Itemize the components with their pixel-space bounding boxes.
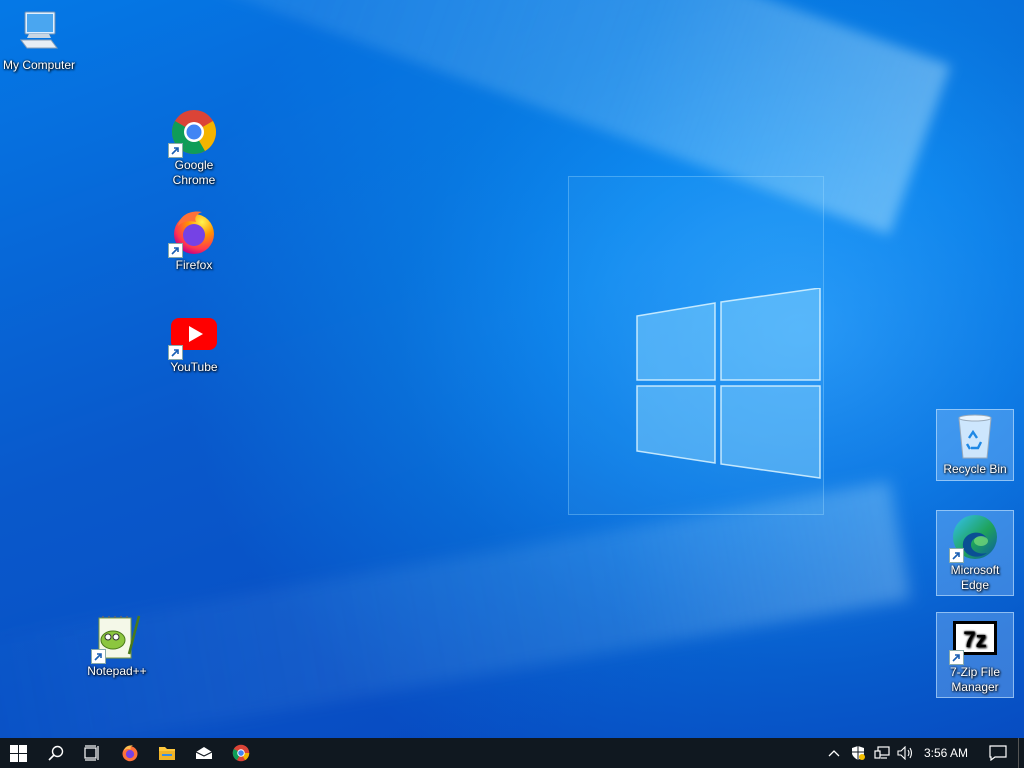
file-explorer-icon xyxy=(158,747,175,760)
icon-label: Google Chrome xyxy=(172,158,216,187)
action-center-icon xyxy=(989,745,1007,761)
taskbar-firefox[interactable] xyxy=(111,738,148,768)
task-view-icon xyxy=(83,745,99,761)
action-center-button[interactable] xyxy=(978,738,1018,768)
network-icon xyxy=(874,746,890,759)
icon-label: YouTube xyxy=(170,360,218,374)
computer-icon xyxy=(15,8,63,56)
shortcut-arrow-icon xyxy=(168,243,183,258)
mail-icon xyxy=(195,747,212,759)
icon-label: Microsoft Edge xyxy=(950,563,1000,592)
desktop-icon-notepadpp[interactable]: Notepad++ xyxy=(78,614,156,679)
desktop-icon-recycle-bin[interactable]: Recycle Bin xyxy=(936,409,1014,481)
icon-label: Firefox xyxy=(175,258,213,272)
task-view-button[interactable] xyxy=(74,738,111,768)
icon-label: My Computer xyxy=(2,58,76,72)
chrome-icon xyxy=(232,744,249,762)
taskbar-clock[interactable]: 3:56 AM xyxy=(918,746,978,760)
system-tray: 3:56 AM xyxy=(822,738,1024,768)
windows-logo-wallpaper xyxy=(636,288,821,479)
desktop-icon-my-computer[interactable]: My Computer xyxy=(0,8,78,73)
icon-label: Notepad++ xyxy=(87,664,147,678)
desktop[interactable]: My Computer Google Chrome Firefox YouTub… xyxy=(0,0,1024,738)
show-hidden-icons-button[interactable] xyxy=(822,738,846,768)
desktop-icon-microsoft-edge[interactable]: Microsoft Edge xyxy=(936,510,1014,596)
firefox-icon xyxy=(122,745,137,762)
chrome-icon xyxy=(168,108,218,158)
taskbar-mail[interactable] xyxy=(185,738,222,768)
recycle-bin-icon xyxy=(951,412,999,460)
show-desktop-button[interactable] xyxy=(1018,738,1024,768)
desktop-icon-youtube[interactable]: YouTube xyxy=(155,310,233,375)
firefox-icon xyxy=(168,208,218,258)
security-shield-icon xyxy=(851,746,865,760)
shortcut-arrow-icon xyxy=(949,650,964,665)
shortcut-arrow-icon xyxy=(168,345,183,360)
volume-icon xyxy=(897,746,913,760)
svg-text:7z: 7z xyxy=(963,627,986,652)
search-icon xyxy=(47,745,63,761)
shortcut-arrow-icon xyxy=(91,649,106,664)
icon-label: 7-Zip File Manager xyxy=(949,665,1000,694)
start-button[interactable] xyxy=(0,738,37,768)
taskbar: 3:56 AM xyxy=(0,738,1024,768)
edge-icon xyxy=(949,513,999,563)
icon-label: Recycle Bin xyxy=(943,462,1007,476)
taskbar-chrome[interactable] xyxy=(222,738,259,768)
notepadpp-icon xyxy=(91,614,141,664)
chevron-up-icon xyxy=(828,750,840,757)
desktop-icon-firefox[interactable]: Firefox xyxy=(155,208,233,273)
desktop-icon-7zip[interactable]: 7z 7-Zip File Manager xyxy=(936,612,1014,698)
volume-tray-button[interactable] xyxy=(894,738,918,768)
shortcut-arrow-icon xyxy=(168,143,183,158)
desktop-icon-google-chrome[interactable]: Google Chrome xyxy=(155,108,233,188)
shortcut-arrow-icon xyxy=(949,548,964,563)
taskbar-file-explorer[interactable] xyxy=(148,738,185,768)
security-tray-button[interactable] xyxy=(846,738,870,768)
7zip-icon: 7z xyxy=(949,615,999,665)
youtube-icon xyxy=(168,310,218,360)
search-button[interactable] xyxy=(37,738,74,768)
network-tray-button[interactable] xyxy=(870,738,894,768)
windows-start-icon xyxy=(10,744,27,762)
light-beam-lower xyxy=(0,480,911,738)
